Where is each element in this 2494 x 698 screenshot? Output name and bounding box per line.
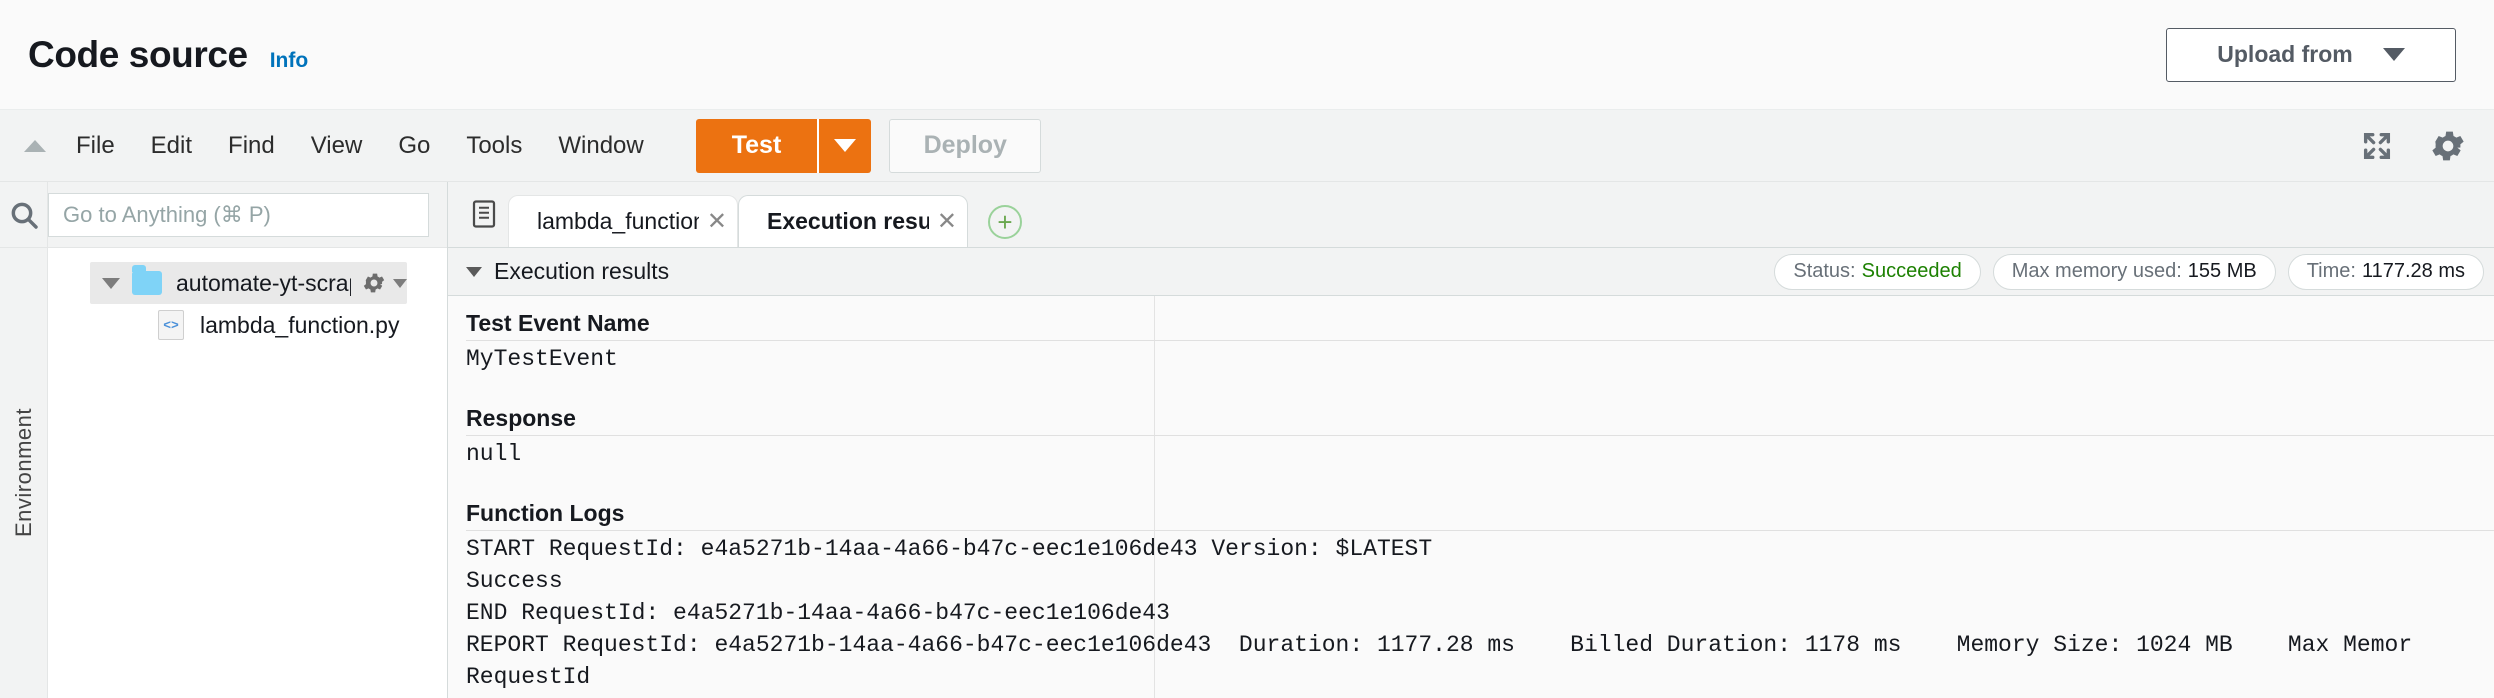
chevron-down-icon <box>393 278 407 288</box>
info-link[interactable]: Info <box>270 49 308 73</box>
gear-icon[interactable] <box>2428 126 2468 166</box>
max-memory-badge-value: 155 MB <box>2187 260 2257 282</box>
section-divider <box>466 340 2494 341</box>
test-button-group[interactable]: Test <box>695 118 872 173</box>
menu-item-view[interactable]: View <box>293 122 381 170</box>
goto-anything-row <box>48 182 447 248</box>
page-header: Code source Info Upload from <box>0 0 2494 110</box>
environment-rail-label-wrap: Environment <box>11 248 37 698</box>
log-line-report: REPORT RequestId: e4a5271b-14aa-4a66-b47… <box>466 632 2413 658</box>
fullscreen-icon[interactable] <box>2360 129 2394 163</box>
tabstrip: lambda_function. ✕ Execution results ✕ + <box>448 182 2494 248</box>
max-memory-badge: Max memory used: 155 MB <box>1992 253 2276 290</box>
test-event-name-value: MyTestEvent <box>466 346 618 372</box>
triangle-down-icon[interactable] <box>466 266 482 277</box>
environment-rail-label: Environment <box>10 408 36 538</box>
test-dropdown-button[interactable] <box>819 119 871 173</box>
left-rail: Environment <box>0 182 48 698</box>
menu-item-file[interactable]: File <box>58 122 133 170</box>
deploy-button[interactable]: Deploy <box>889 118 1042 173</box>
page-header-left: Code source Info <box>28 34 308 76</box>
section-divider <box>466 530 2494 531</box>
menu-item-edit[interactable]: Edit <box>133 122 210 170</box>
status-badge: Status: Succeeded <box>1774 253 1981 290</box>
menu-item-go[interactable]: Go <box>380 122 448 170</box>
menu-item-window[interactable]: Window <box>540 122 661 170</box>
collapse-panel-button[interactable] <box>12 139 58 152</box>
section-heading-test-event-name: Test Event Name <box>466 310 650 336</box>
folder-icon <box>132 265 162 295</box>
plus-circle-icon[interactable]: + <box>988 205 1022 239</box>
log-line-start: START RequestId: e4a5271b-14aa-4a66-b47c… <box>466 536 1433 562</box>
search-icon[interactable] <box>0 182 48 248</box>
chevron-down-icon <box>834 139 857 152</box>
close-icon[interactable]: ✕ <box>707 207 727 236</box>
file-tree: automate-yt-scrap-f <> lambda_function.p… <box>48 248 447 698</box>
triangle-down-icon[interactable] <box>102 277 120 289</box>
section-heading-response: Response <box>466 405 576 431</box>
triangle-up-icon <box>24 139 46 152</box>
menubar-actions: Test Deploy <box>695 118 1042 173</box>
tree-item-folder-label: automate-yt-scrap-f <box>176 269 351 296</box>
panel-toggle-icon[interactable] <box>460 181 508 247</box>
results-panel: lambda_function. ✕ Execution results ✕ +… <box>448 182 2494 698</box>
time-badge: Time: 1177.28 ms <box>2287 253 2484 290</box>
chevron-down-icon <box>2382 48 2405 61</box>
code-file-icon: <> <box>158 310 184 340</box>
time-badge-value: 1177.28 ms <box>2361 260 2465 282</box>
menu-item-find[interactable]: Find <box>210 122 293 170</box>
status-badge-label: Status: <box>1793 260 1856 282</box>
close-icon[interactable]: ✕ <box>937 207 957 236</box>
tree-item-file[interactable]: <> lambda_function.py <box>48 304 447 346</box>
log-line-request-id: RequestId <box>466 664 591 690</box>
editor-menubar: File Edit Find View Go Tools Window Test… <box>0 110 2494 182</box>
file-tree-panel: automate-yt-scrap-f <> lambda_function.p… <box>48 182 448 698</box>
upload-from-button[interactable]: Upload from <box>2166 27 2456 82</box>
search-input[interactable] <box>48 192 429 237</box>
response-value: null <box>466 441 522 467</box>
log-line-success: Success <box>466 568 563 594</box>
section-heading-function-logs: Function Logs <box>466 500 625 526</box>
section-divider <box>466 435 2494 436</box>
execution-results-header: Execution results Status: Succeeded Max … <box>448 248 2494 296</box>
tab-execution-results[interactable]: Execution results ✕ <box>738 195 968 247</box>
max-memory-badge-label: Max memory used: <box>2011 260 2182 282</box>
upload-from-label: Upload from <box>2217 41 2353 67</box>
execution-log-output[interactable]: Test Event Name MyTestEvent Response nul… <box>448 296 2494 698</box>
log-line-end: END RequestId: e4a5271b-14aa-4a66-b47c-e… <box>466 600 1170 626</box>
status-badge-value: Succeeded <box>1861 260 1962 282</box>
tab-label: lambda_function. <box>537 208 699 234</box>
tree-item-file-label: lambda_function.py <box>200 311 400 338</box>
execution-results-title: Execution results <box>494 258 670 284</box>
menu-item-tools[interactable]: Tools <box>448 122 540 170</box>
execution-status-badges: Status: Succeeded Max memory used: 155 M… <box>1774 253 2494 290</box>
tree-item-folder[interactable]: automate-yt-scrap-f <box>90 262 407 304</box>
page-title: Code source <box>28 33 248 75</box>
test-button[interactable]: Test <box>696 118 820 173</box>
time-badge-label: Time: <box>2306 260 2356 282</box>
editor-body: Environment automate-yt-scrap-f <> l <box>0 182 2494 698</box>
tab-label: Execution results <box>767 208 929 234</box>
menubar-right-actions <box>2360 126 2494 166</box>
tab-lambda-function[interactable]: lambda_function. ✕ <box>508 195 738 247</box>
folder-settings-button[interactable] <box>361 270 407 296</box>
gear-icon <box>363 273 385 293</box>
